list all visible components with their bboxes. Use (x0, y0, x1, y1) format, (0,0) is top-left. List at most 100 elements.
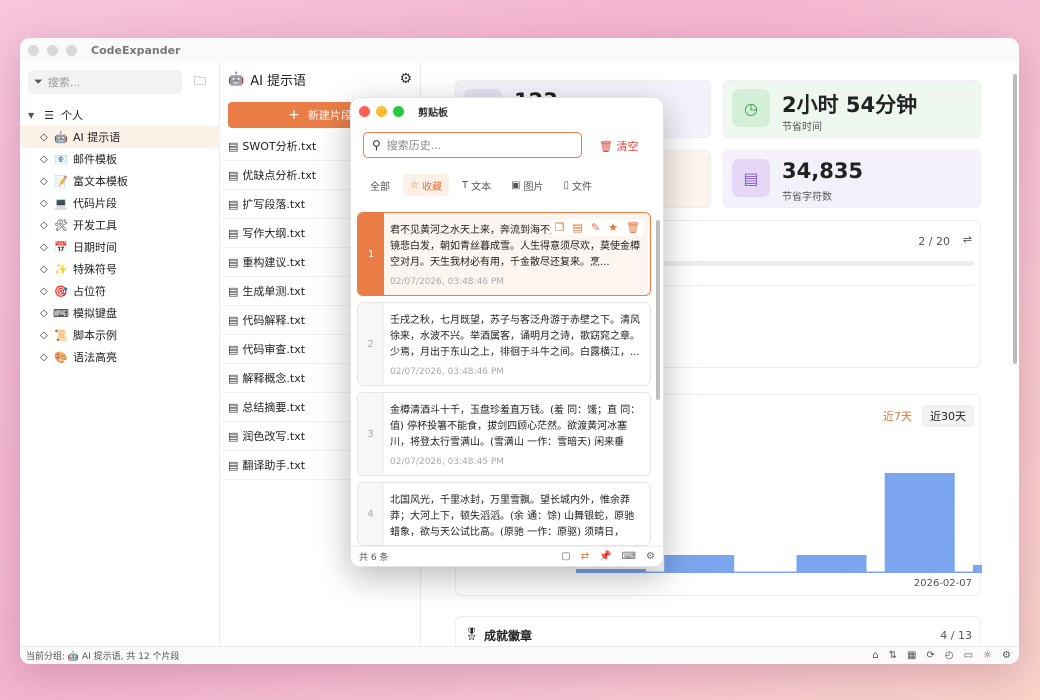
clip-item[interactable]: 3 金樽清酒斗十千，玉盘珍羞直万钱。(羞 同：馐；直 同：值) 停杯投箸不能食，… (357, 392, 651, 476)
chart-bar (972, 565, 982, 573)
category-icon: 📜 (54, 328, 68, 342)
close-dot[interactable] (28, 44, 39, 56)
file-icon: ▤ (228, 197, 239, 211)
tab-favorites[interactable]: ☆ 收藏 (403, 174, 449, 196)
tab-label: 图片 (523, 181, 544, 193)
monitor-icon[interactable]: ▭ (964, 650, 973, 661)
sidebar-item[interactable]: ◇ 🤖 AI 提示语 (20, 126, 220, 148)
image-icon: ▣ (511, 179, 521, 191)
history-search-input[interactable]: ⚲ 搜索历史... (363, 132, 582, 158)
clipboard-popup: 剪贴板 ⚲ 搜索历史... 🗑 清空 全部 ☆ 收藏 T 文本 ▣ 图片 ▯ 文件 1 … (350, 97, 664, 567)
sidebar-item[interactable]: ◇ 💻 代码片段 (20, 192, 220, 214)
copy-icon[interactable]: ❐ (555, 221, 565, 234)
sidebar-item[interactable]: ◇ 📅 日期时间 (20, 236, 220, 258)
tab-label: 文本 (471, 181, 492, 193)
edit-icon[interactable]: ✎ (591, 221, 600, 234)
history-icon[interactable]: ◴ (945, 650, 954, 661)
sidebar-item-label: 日期时间 (73, 241, 117, 254)
category-icon: 📝 (54, 174, 68, 188)
stat-card-time-saved: ◷ 2小时 54分钟 节省时间 (723, 80, 981, 138)
sidebar-item[interactable]: ◇ 🛠 开发工具 (20, 214, 220, 236)
search-icon: ⚲ (372, 138, 381, 152)
sidebar-item[interactable]: ◇ 📝 富文本模板 (20, 170, 220, 192)
tab-text[interactable]: T 文本 (455, 174, 498, 196)
stat-label: 节省字符数 (782, 192, 832, 203)
chevron-down-icon[interactable]: ▼ (28, 111, 40, 120)
clip-item[interactable]: 1 君不见黄河之水天上来，奔流到海不复回。君不见高堂明镜悲白发，朝如青丝暮成雪。… (357, 212, 651, 296)
medal-icon: 🎖 (464, 627, 480, 641)
grid-icon[interactable]: ▦ (907, 650, 916, 661)
sidebar-item-label: 邮件模板 (73, 153, 117, 166)
category-icon: 📅 (54, 240, 68, 254)
zoom-dot[interactable] (393, 105, 404, 117)
sort-icon[interactable]: ⇅ (889, 650, 897, 661)
file-icon: ▤ (228, 284, 239, 298)
file-icon: ▤ (228, 371, 239, 385)
sidebar-search-input[interactable]: ⏷ 搜索... (28, 70, 182, 94)
sidebar-item-label: 特殊符号 (73, 263, 117, 276)
settings-icon[interactable]: ⚙ (1002, 650, 1011, 661)
sidebar-item[interactable]: ◇ 📧 邮件模板 (20, 148, 220, 170)
swap-icon[interactable]: ⇄ (581, 551, 589, 562)
badges-title: 成就徽章 (484, 629, 533, 643)
file-icon: ▤ (228, 458, 239, 472)
window-title: CodeExpander (91, 43, 181, 57)
category-icon: 🎯 (54, 284, 68, 298)
window-icon[interactable]: ▢ (561, 551, 570, 562)
sync-icon[interactable]: ⟳ (926, 650, 934, 661)
sidebar-item[interactable]: ◇ ⌨ 模拟键盘 (20, 302, 220, 324)
tree-group-personal[interactable]: ▼ ☰ 个人 (20, 104, 220, 126)
home-icon[interactable]: ⌂ (872, 650, 878, 661)
close-dot[interactable] (359, 105, 370, 117)
category-icon: ⌨ (53, 306, 69, 320)
file-icon: ▯ (563, 179, 570, 191)
paste-icon[interactable]: ▤ (573, 221, 583, 234)
sidebar-item[interactable]: ◇ 🎨 语法高亮 (20, 346, 220, 368)
star-icon[interactable]: ★ (608, 221, 618, 234)
brightness-icon[interactable]: ☼ (983, 650, 992, 661)
gear-icon[interactable]: ⚙ (399, 71, 412, 87)
file-icon: ▤ (228, 255, 239, 269)
minimize-dot[interactable] (376, 105, 387, 117)
clear-button[interactable]: 🗑 清空 (599, 138, 638, 154)
new-folder-button[interactable]: 🗀 (188, 70, 212, 94)
file-name: 代码审查.txt (242, 343, 306, 356)
tab-images[interactable]: ▣ 图片 (504, 174, 550, 196)
tab-all[interactable]: 全部 (363, 174, 397, 196)
clip-item[interactable]: 2 壬戌之秋，七月既望，苏子与客泛舟游于赤壁之下。清风徐来，水波不兴。举酒属客，… (357, 302, 651, 386)
status-text: 当前分组: 🤖 AI 提示语, 共 12 个片段 (26, 652, 180, 662)
stat-number: 2小时 54分钟 (782, 93, 918, 117)
sidebar-item-label: 代码片段 (73, 197, 117, 210)
pin-icon[interactable]: 📌 (599, 551, 611, 562)
search-placeholder: 搜索历史... (386, 139, 442, 152)
group-label: 个人 (61, 109, 83, 122)
clip-text: 金樽清酒斗十千，玉盘珍羞直万钱。(羞 同：馐；直 同：值) 停杯投箸不能食，拔剑… (390, 405, 641, 448)
sidebar-item[interactable]: ◇ 🎯 占位符 (20, 280, 220, 302)
zoom-dot[interactable] (66, 44, 77, 56)
dashboard-scrollbar[interactable] (1013, 74, 1017, 364)
popup-scrollbar[interactable] (656, 220, 660, 400)
clip-index: 2 (358, 303, 384, 385)
delete-icon[interactable]: 🗑 (626, 221, 640, 234)
diamond-icon: ◇ (40, 351, 48, 363)
tab-files[interactable]: ▯ 文件 (557, 174, 600, 196)
sidebar-item[interactable]: ◇ 📜 脚本示例 (20, 324, 220, 346)
sidebar-item-label: AI 提示语 (73, 131, 121, 144)
clip-item[interactable]: 4 北国风光，千里冰封，万里雪飘。望长城内外，惟余莽莽；大河上下，顿失滔滔。(余… (357, 482, 651, 546)
divider (664, 285, 974, 286)
star-outline-icon: ☆ (410, 179, 419, 191)
diamond-icon: ◇ (40, 241, 48, 253)
diamond-icon: ◇ (40, 263, 48, 275)
tab-label: 全部 (370, 181, 390, 193)
trash-icon: 🗑 (599, 140, 613, 153)
adjust-icon[interactable]: ⇌ (963, 233, 972, 246)
keyboard-icon[interactable]: ⌨ (622, 551, 636, 562)
minimize-dot[interactable] (47, 44, 58, 56)
sidebar-item-label: 富文本模板 (73, 175, 128, 188)
sidebar-item[interactable]: ◇ ✨ 特殊符号 (20, 258, 220, 280)
sidebar-item-label: 开发工具 (73, 219, 117, 232)
chart-bar (664, 555, 735, 573)
gear-icon[interactable]: ⚙ (646, 551, 655, 562)
text-icon: T (461, 179, 469, 191)
file-name: 写作大纲.txt (242, 227, 306, 240)
